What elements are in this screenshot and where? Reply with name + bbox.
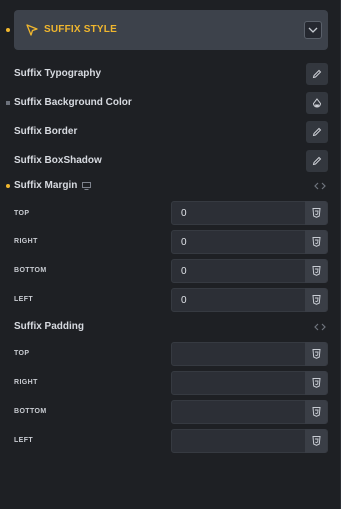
background-color-label: Suffix Background Color [14, 97, 132, 108]
link-icon[interactable] [314, 322, 326, 332]
background-color-button[interactable] [306, 92, 328, 114]
margin-right-input[interactable]: 0 [171, 230, 328, 254]
margin-right-label: RIGHT [14, 238, 38, 245]
css-unit-icon[interactable] [305, 230, 327, 254]
modified-indicator [6, 101, 10, 105]
section-header[interactable]: SUFFIX STYLE [14, 10, 328, 50]
style-panel: SUFFIX STYLE Suffix Typography Suffix Ba… [0, 0, 341, 509]
typography-label: Suffix Typography [14, 68, 102, 79]
padding-right-input[interactable] [171, 371, 328, 395]
margin-top-input[interactable]: 0 [171, 201, 328, 225]
box-shadow-label: Suffix BoxShadow [14, 155, 102, 166]
margin-bottom-label: BOTTOM [14, 267, 47, 274]
margin-right-value: 0 [181, 237, 187, 248]
box-shadow-edit-button[interactable] [306, 150, 328, 172]
chevron-down-icon[interactable] [304, 21, 322, 39]
margin-left-label: LEFT [14, 296, 34, 303]
css-unit-icon[interactable] [305, 371, 327, 395]
css-unit-icon[interactable] [305, 259, 327, 283]
color-drop-icon [312, 97, 322, 107]
modified-indicator [6, 28, 10, 32]
padding-left-label: LEFT [14, 437, 34, 444]
pencil-icon [312, 69, 322, 79]
desktop-icon[interactable] [82, 182, 91, 190]
padding-right-label: RIGHT [14, 379, 38, 386]
border-label: Suffix Border [14, 126, 78, 137]
padding-bottom-input[interactable] [171, 400, 328, 424]
margin-left-input[interactable]: 0 [171, 288, 328, 312]
link-icon[interactable] [314, 181, 326, 191]
cursor-icon [26, 24, 38, 36]
css-unit-icon[interactable] [305, 400, 327, 424]
typography-edit-button[interactable] [306, 63, 328, 85]
padding-top-input[interactable] [171, 342, 328, 366]
pencil-icon [312, 156, 322, 166]
border-edit-button[interactable] [306, 121, 328, 143]
css-unit-icon[interactable] [305, 342, 327, 366]
margin-top-label: TOP [14, 210, 30, 217]
padding-left-input[interactable] [171, 429, 328, 453]
margin-bottom-input[interactable]: 0 [171, 259, 328, 283]
css-unit-icon[interactable] [305, 288, 327, 312]
css-unit-icon[interactable] [305, 429, 327, 453]
margin-bottom-value: 0 [181, 266, 187, 277]
margin-left-value: 0 [181, 295, 187, 306]
section-title: SUFFIX STYLE [44, 24, 117, 35]
css-unit-icon[interactable] [305, 201, 327, 225]
modified-indicator [6, 184, 10, 188]
margin-label: Suffix Margin [14, 180, 78, 191]
pencil-icon [312, 127, 322, 137]
padding-bottom-label: BOTTOM [14, 408, 47, 415]
margin-top-value: 0 [181, 208, 187, 219]
padding-top-label: TOP [14, 350, 30, 357]
padding-label: Suffix Padding [14, 321, 84, 332]
